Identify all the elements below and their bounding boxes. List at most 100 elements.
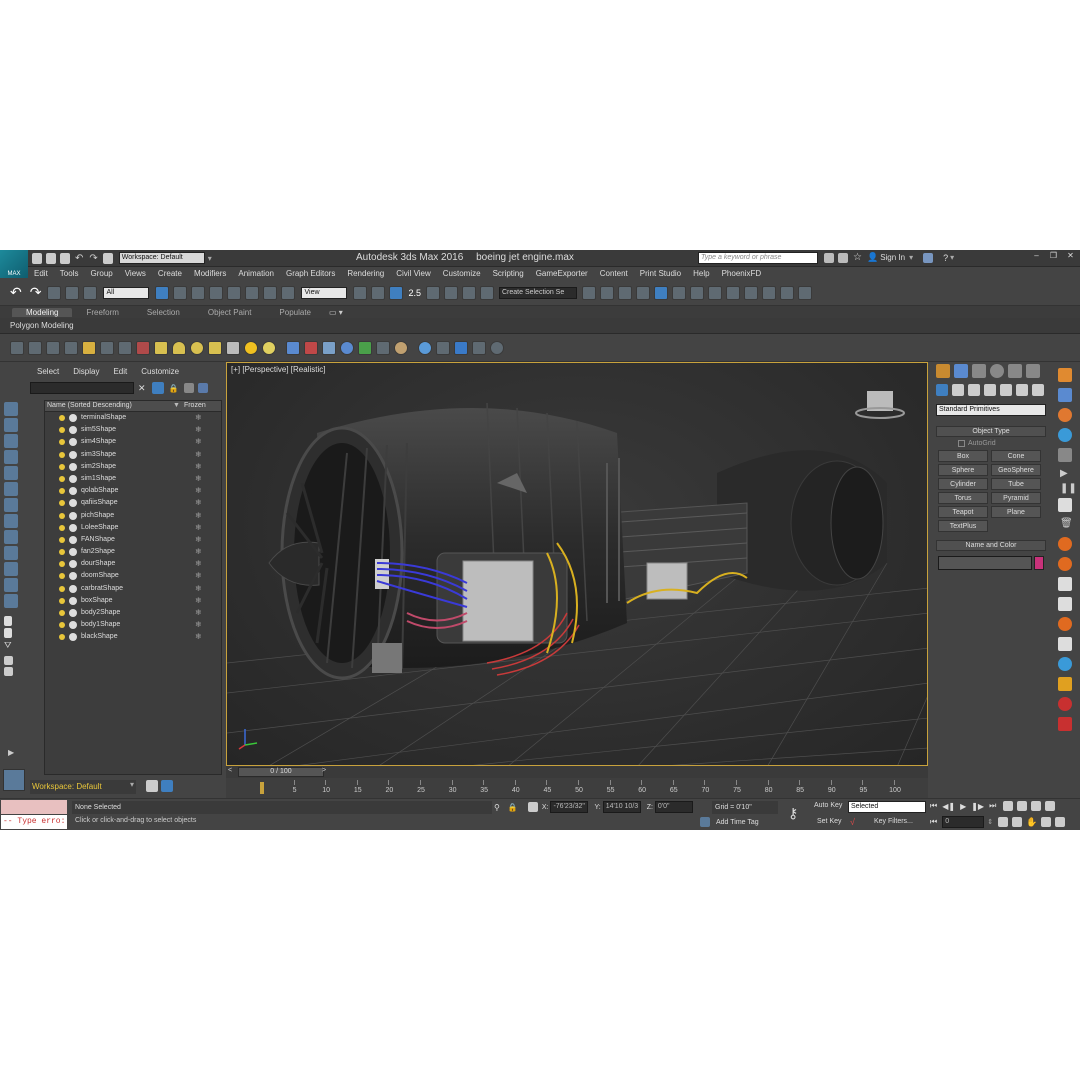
list-icon[interactable] [4,667,13,676]
explorer-search-input[interactable] [30,382,134,394]
sign-in-chevron-icon[interactable]: ▾ [909,253,913,262]
pivot-center-icon[interactable] [353,285,368,300]
manipulate-icon[interactable] [371,285,386,300]
helpers-category-icon[interactable] [1000,384,1012,396]
link-icon[interactable] [47,285,62,300]
project-folder-icon[interactable] [102,252,113,264]
key-filters-button[interactable]: Key Filters... [874,818,913,825]
frozen-icon[interactable]: ❄ [195,412,202,424]
display-space-warps-icon[interactable] [4,530,18,544]
fire-source-icon[interactable] [1058,537,1072,551]
render-iterative-icon[interactable] [779,285,794,300]
scene-explorer-toggle-icon[interactable] [161,780,173,792]
teapot-object-icon[interactable] [208,340,222,355]
minimize-icon[interactable]: – [1028,251,1045,260]
menu-item[interactable]: Animation [232,269,280,278]
time-prev-icon[interactable]: < [228,767,232,774]
invert-display-icon[interactable] [4,434,18,448]
workspace-select[interactable]: Workspace: Default [118,252,205,264]
menu-item[interactable]: Scripting [487,269,530,278]
exchange-apps-icon[interactable] [923,252,934,263]
scale-icon[interactable] [263,285,278,300]
motion-tab-icon[interactable] [990,364,1004,378]
red-tool-icon[interactable] [1058,717,1072,731]
render-camera-icon[interactable] [454,340,468,355]
time-next-icon[interactable]: > [322,767,326,774]
sort-descending-icon[interactable]: ▼ [173,401,180,411]
tab-modeling[interactable]: Modeling [12,307,73,317]
display-shapes-icon[interactable] [4,466,18,480]
go-to-start-icon[interactable]: ⏮ [930,801,937,811]
undo-icon[interactable]: ↶ [10,284,22,301]
torus-icon[interactable] [190,340,204,355]
reference-coord-select[interactable]: View [301,286,348,299]
display-tab-icon[interactable] [1008,364,1022,378]
frozen-icon[interactable]: ❄ [195,619,202,631]
app-logo-icon[interactable]: MAX [0,250,28,278]
render-frame-icon[interactable] [28,340,42,355]
z-coordinate-field[interactable]: 0'0" [654,801,693,813]
toggle-ribbon-icon[interactable] [653,285,668,300]
material-editor-icon[interactable] [707,285,722,300]
frozen-icon[interactable]: ❄ [195,497,202,509]
autogrid-checkbox[interactable] [958,440,965,447]
light-bulb-icon[interactable] [59,500,65,507]
create-tab-icon[interactable] [936,364,950,378]
geometry-category-icon[interactable] [936,384,948,396]
light-bulb-icon[interactable] [59,463,65,470]
list-item[interactable]: terminalShape ❄ [45,412,221,424]
workspace-selector[interactable]: Workspace: Default [30,780,136,794]
primitive-button[interactable]: Plane [991,506,1041,518]
space-warps-category-icon[interactable] [1016,384,1028,396]
frozen-icon[interactable]: ❄ [195,570,202,582]
cube-icon[interactable] [1058,637,1072,651]
light-bulb-icon[interactable] [59,475,65,482]
render-effect-icon[interactable] [118,340,132,355]
edit-named-selection-icon[interactable] [479,285,494,300]
list-item[interactable]: body1Shape ❄ [45,619,221,631]
box-object-icon[interactable] [154,340,168,355]
light-bulb-icon[interactable] [59,597,65,604]
track-bar[interactable]: 5 10 15 20 25 30 35 40 45 50 55 60 65 70 75 80 85 90 95 100 [226,778,928,798]
force-icon[interactable] [1058,577,1072,591]
red-sphere-icon[interactable] [1058,697,1072,711]
fire-icon[interactable] [1058,408,1072,422]
close-icon[interactable]: ✕ [1062,251,1079,260]
frozen-icon[interactable]: ❄ [195,473,202,485]
light-bulb-icon[interactable] [59,610,65,616]
shell-icon[interactable] [394,340,408,355]
frozen-icon[interactable]: ❄ [195,461,202,473]
plant-icon[interactable] [358,340,372,355]
light-bulb-icon[interactable] [59,512,65,519]
primitive-button[interactable]: Cone [991,450,1041,462]
subscription-icon[interactable] [838,252,848,263]
list-item[interactable]: LoleeShape ❄ [45,522,221,534]
isolate-icon[interactable]: ⚲ [494,803,500,812]
frozen-icon[interactable]: ❄ [195,485,202,497]
new-file-icon[interactable] [32,252,42,264]
arc-rotate-icon[interactable] [1041,817,1052,827]
hierarchy-tab-icon[interactable] [972,364,986,378]
tab-selection[interactable]: Selection [133,308,194,317]
percent-snap-icon[interactable] [443,285,458,300]
lock-icon[interactable]: 🔒 [169,384,179,393]
list-item[interactable]: blackShape ❄ [45,631,221,643]
help-icon[interactable]: ? [943,253,948,263]
trash-icon[interactable]: 🗑 [1060,518,1074,529]
primitive-button[interactable]: Tube [991,478,1041,490]
flame-icon[interactable] [1058,617,1072,631]
mirror-icon[interactable] [581,285,596,300]
name-and-color-rollout[interactable]: Name and Color [936,540,1046,551]
maxscript-output[interactable]: -- Type erro: [1,815,67,829]
primitive-category-select[interactable]: Standard Primitives [936,404,1046,416]
sign-in-link[interactable]: Sign In [880,253,905,262]
display-xrefs-icon[interactable] [4,562,18,576]
frozen-icon[interactable]: ❄ [195,534,202,546]
zoom-region-icon[interactable] [1012,817,1023,827]
toggle-scene-explorer-icon[interactable] [617,285,632,300]
list-item[interactable]: qolabShape ❄ [45,485,221,497]
molecule-icon[interactable] [304,340,318,355]
frozen-icon[interactable]: ❄ [195,424,202,436]
display-containers-icon[interactable] [4,594,18,608]
workspace-chevron-icon[interactable]: ▾ [130,780,134,789]
